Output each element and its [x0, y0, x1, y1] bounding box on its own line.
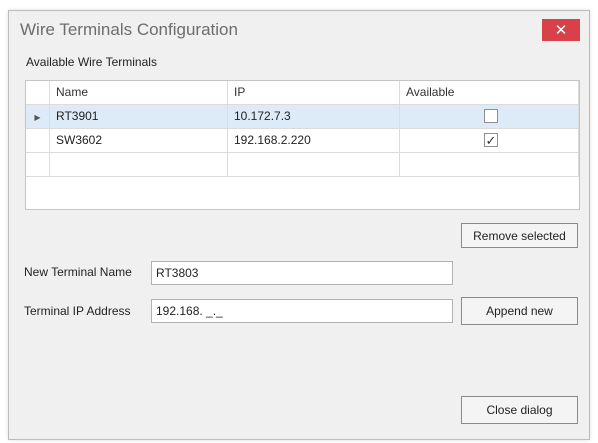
terminal-ip-input[interactable] — [151, 299, 453, 323]
row-indicator-cell[interactable] — [26, 153, 50, 177]
remove-selected-button[interactable]: Remove selected — [461, 223, 578, 248]
row-indicator-cell[interactable] — [26, 129, 50, 153]
column-header-ip[interactable]: IP — [228, 81, 400, 105]
cell-name[interactable]: SW3602 — [50, 129, 228, 153]
cell-ip[interactable]: 192.168.2.220 — [228, 129, 400, 153]
column-header-name[interactable]: Name — [50, 81, 228, 105]
column-header-available[interactable]: Available — [400, 81, 579, 105]
row-indicator-cell[interactable]: ▶ — [26, 105, 50, 129]
available-checkbox[interactable] — [484, 109, 498, 123]
available-checkbox[interactable]: ✓ — [484, 133, 498, 147]
terminal-name-input[interactable] — [151, 261, 453, 285]
table-row[interactable]: ▶ RT3901 10.172.7.3 — [26, 105, 579, 129]
terminal-name-label: New Terminal Name — [24, 265, 132, 279]
cell-available-empty[interactable] — [400, 153, 579, 177]
cell-ip[interactable]: 10.172.7.3 — [228, 105, 400, 129]
cell-name[interactable]: RT3901 — [50, 105, 228, 129]
grid-header-row: Name IP Available — [26, 81, 579, 105]
append-new-button[interactable]: Append new — [461, 297, 578, 325]
close-icon: ✕ — [554, 22, 568, 39]
cell-available[interactable] — [400, 105, 579, 129]
table-row-new[interactable] — [26, 153, 579, 177]
close-dialog-button[interactable]: Close dialog — [461, 396, 578, 424]
group-label: Available Wire Terminals — [26, 55, 157, 69]
cell-available[interactable]: ✓ — [400, 129, 579, 153]
close-window-button[interactable]: ✕ — [542, 19, 580, 41]
row-selected-icon: ▶ — [34, 113, 41, 122]
dialog-title: Wire Terminals Configuration — [20, 20, 238, 39]
grid-header-indicator — [26, 81, 50, 105]
terminal-ip-label: Terminal IP Address — [24, 304, 131, 318]
terminals-grid: Name IP Available ▶ RT3901 10.172.7.3 SW… — [25, 80, 580, 210]
cell-name-empty[interactable] — [50, 153, 228, 177]
table-row[interactable]: SW3602 192.168.2.220 ✓ — [26, 129, 579, 153]
cell-ip-empty[interactable] — [228, 153, 400, 177]
